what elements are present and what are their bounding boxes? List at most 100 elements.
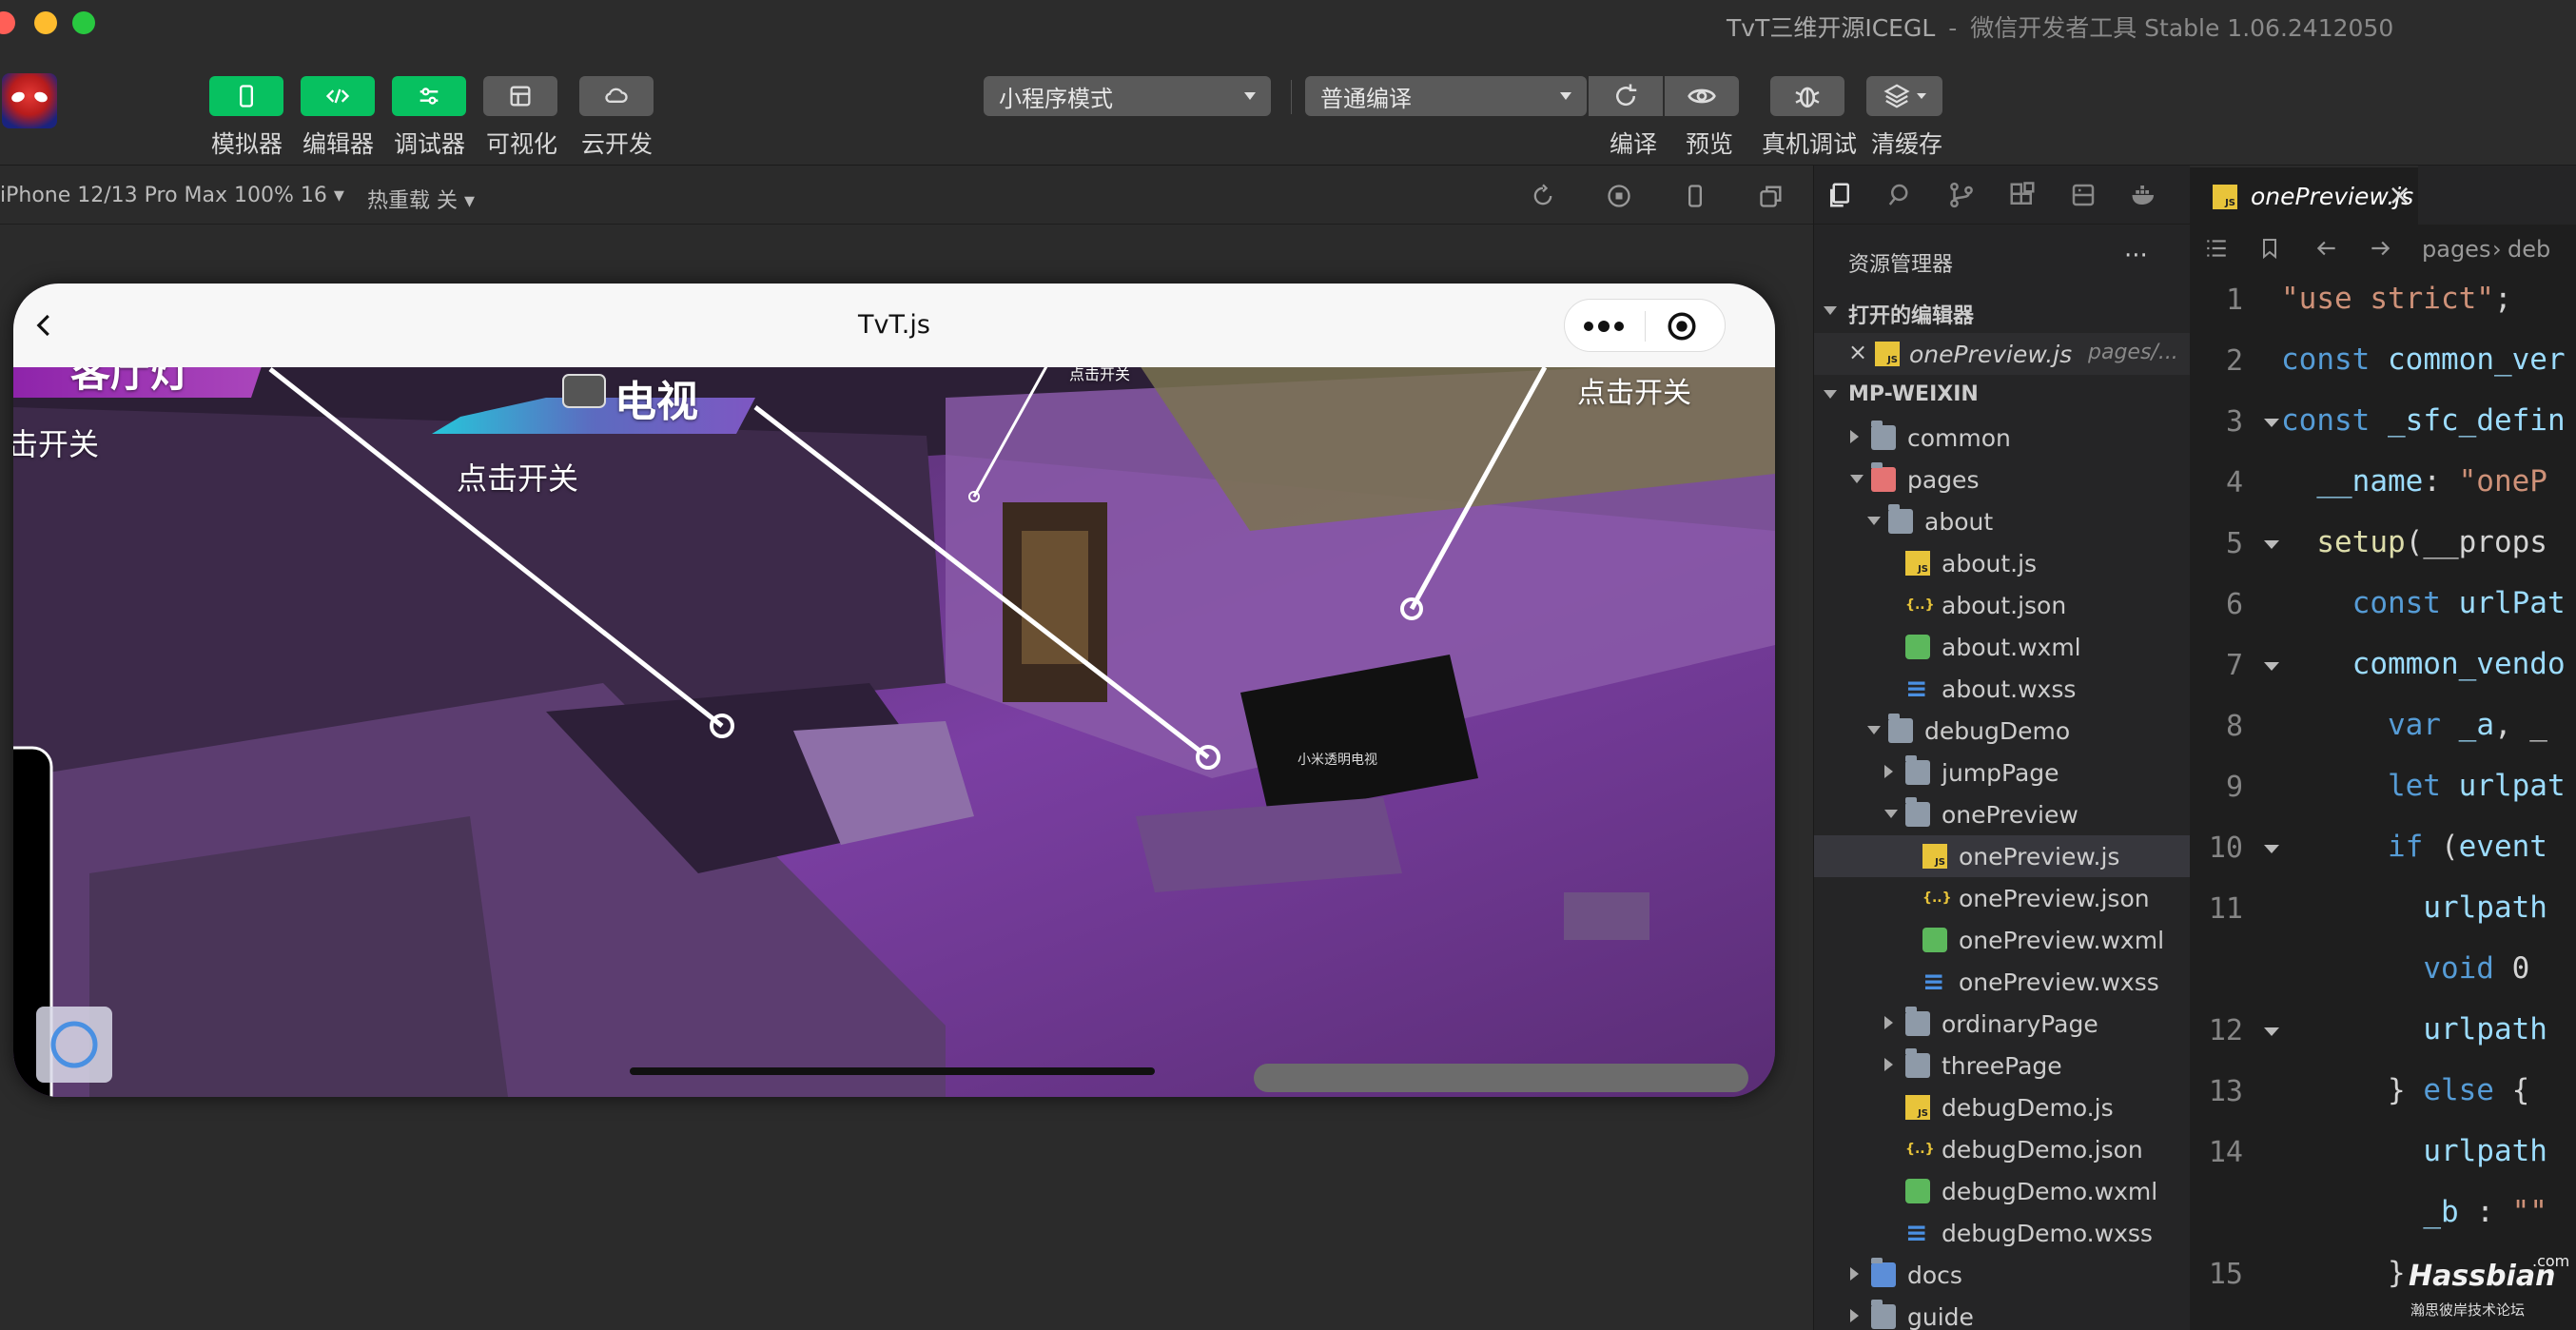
tree-item-pages[interactable]: pages [1814,459,2191,500]
tree-item-onepreview-wxml[interactable]: onePreview.wxml [1814,919,2191,961]
tree-item-label: pages [1907,466,1980,494]
close-icon[interactable]: × [2388,179,2411,212]
open-editors-section[interactable]: 打开的编辑器 [1814,291,2191,333]
tree-item-about[interactable]: about [1814,500,2191,542]
fold-chevron-icon[interactable] [2264,540,2279,549]
tree-item-label: about.json [1942,592,2067,619]
fold-chevron-icon[interactable] [2264,419,2279,427]
tree-item-threepage[interactable]: threePage [1814,1045,2191,1086]
tree-item-label: onePreview.wxss [1959,968,2159,996]
simulator-button[interactable] [209,76,283,116]
code-line: const urlPat [2352,586,2566,620]
code-line: setup(__props [2316,525,2547,559]
scene-canvas[interactable]: 小米透明电视 [13,284,1775,1097]
stop-icon[interactable] [1606,183,1632,209]
remote-debug-button[interactable] [1770,76,1844,116]
tv-toggle-label[interactable]: 点击开关 [457,455,578,499]
fold-chevron-icon[interactable] [2264,845,2279,853]
chevron-right-icon [1884,765,1893,778]
explorer-panel: 资源管理器 ··· 打开的编辑器 × JS onePreview.js page… [1813,166,2191,1330]
docker-icon[interactable] [2130,181,2158,209]
tree-item-about-json[interactable]: {..} about.json [1814,584,2191,626]
js-file-icon: JS [1905,1095,1930,1120]
line-number: 2 [2225,344,2243,378]
tree-item-onepreview[interactable]: onePreview [1814,793,2191,835]
tree-item-guide[interactable]: guide [1814,1296,2191,1330]
forward-arrow-icon[interactable] [2367,236,2393,261]
line-number: 6 [2225,588,2243,621]
close-miniprogram-icon[interactable] [1666,310,1698,342]
open-editor-path: pages/... [2088,341,2178,364]
js-file-icon: JS [1922,844,1947,869]
tree-item-ordinarypage[interactable]: ordinaryPage [1814,1003,2191,1045]
tree-item-jumppage[interactable]: jumpPage [1814,752,2191,793]
open-editor-item[interactable]: × JS onePreview.js pages/... [1814,333,2191,375]
fold-chevron-icon[interactable] [2264,662,2279,671]
chevron-down-icon [1824,306,1837,315]
clear-cache-button[interactable] [1866,76,1942,116]
compile-select[interactable]: 普通编译 [1305,76,1587,116]
files-icon[interactable] [1825,181,1854,209]
breadcrumb-pages[interactable]: pages [2422,236,2490,263]
close-window-icon[interactable] [0,11,15,34]
tree-item-about-wxml[interactable]: about.wxml [1814,626,2191,668]
rotate-icon[interactable] [1530,183,1556,209]
title-separator: - [1948,14,1958,42]
fold-chevron-icon[interactable] [2264,1027,2279,1036]
tab-onepreview[interactable]: JS onePreview.js × [2190,166,2418,225]
device-icon[interactable] [1682,183,1708,209]
tree-item-common[interactable]: common [1814,417,2191,459]
zoom-window-icon[interactable] [72,11,95,34]
tree-item-debugdemo-wxml[interactable]: debugDemo.wxml [1814,1170,2191,1212]
js-file-icon: JS [1875,342,1900,366]
search-icon[interactable] [1886,181,1915,209]
light-toggle-label[interactable]: 击开关 [13,421,99,464]
close-icon[interactable]: × [1848,339,1867,365]
tree-item-debugdemo[interactable]: debugDemo [1814,710,2191,752]
device-select[interactable]: iPhone 12/13 Pro Max 100% 16 ▾ [0,184,344,207]
hot-reload-select[interactable]: 热重载 关 ▾ [367,184,475,214]
tree-item-onepreview-js[interactable]: JS onePreview.js [1814,835,2191,877]
tree-item-label: threePage [1942,1052,2062,1080]
code-line: urlpath [2423,890,2547,925]
right-toggle-label[interactable]: 点击开关 [1577,369,1691,411]
minimize-window-icon[interactable] [34,11,57,34]
compile-button[interactable] [1589,76,1663,116]
tree-item-debugdemo-json[interactable]: {..} debugDemo.json [1814,1128,2191,1170]
chevron-right-icon: › [2492,236,2502,263]
code-line: urlpath [2423,1012,2547,1046]
popout-icon[interactable] [1758,183,1785,209]
sliders-icon [420,88,439,105]
explorer-more-button[interactable]: ··· [2124,242,2148,270]
tree-item-debugdemo-wxss[interactable]: ≡ debugDemo.wxss [1814,1212,2191,1254]
list-icon[interactable] [2203,236,2230,261]
project-section[interactable]: MP-WEIXIN [1814,375,2191,417]
tree-item-about-wxss[interactable]: ≡ about.wxss [1814,668,2191,710]
app-window: TvT三维开源ICEGL - 微信开发者工具 Stable 1.06.24120… [0,0,2576,1330]
phone-frame: 小米透明电视 客厅灯 电视 击开关 点击开关 点击开关 点击开关 TvT.js [13,284,1775,1097]
mode-select[interactable]: 小程序模式 [984,76,1271,116]
tree-item-debugdemo-js[interactable]: JS debugDemo.js [1814,1086,2191,1128]
storage-icon[interactable] [2069,181,2098,209]
back-arrow-icon[interactable] [2313,236,2340,261]
line-number: 12 [2208,1014,2243,1047]
cloud-button[interactable] [579,76,654,116]
visual-button[interactable] [483,76,557,116]
preview-button[interactable] [1665,76,1739,116]
tv-emoji-icon [562,374,606,408]
breadcrumb-debugdemo[interactable]: deb [2508,236,2550,263]
tree-item-docs[interactable]: docs [1814,1254,2191,1296]
more-icon[interactable] [1580,315,1628,338]
folder-icon [1905,1048,1930,1078]
source-control-icon[interactable] [1947,181,1976,209]
tree-item-onepreview-json[interactable]: {..} onePreview.json [1814,877,2191,919]
tree-item-about-js[interactable]: JS about.js [1814,542,2191,584]
extensions-icon[interactable] [2008,181,2037,209]
tree-item-onepreview-wxss[interactable]: ≡ onePreview.wxss [1814,961,2191,1003]
editor-button[interactable] [301,76,375,116]
hot-reload-value: 热重载 关 [367,189,458,213]
avatar[interactable] [2,73,57,128]
bookmark-icon[interactable] [2258,236,2281,261]
editor-tabs: JS onePreview.js × [2190,166,2576,225]
debugger-button[interactable] [392,76,466,116]
